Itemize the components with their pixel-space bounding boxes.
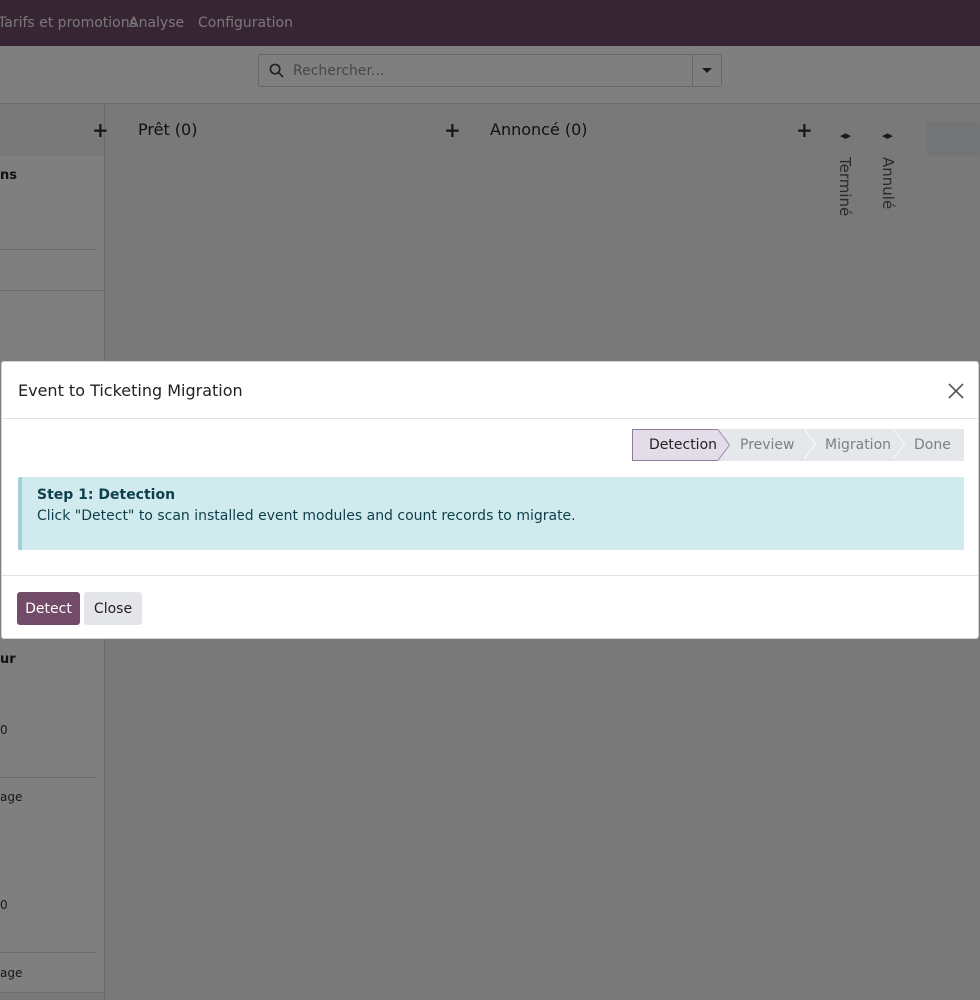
stage-label: Detection — [649, 437, 718, 453]
detect-button[interactable]: Detect — [17, 592, 80, 625]
stage-label: Done — [914, 437, 951, 453]
stage-preview[interactable]: Preview — [718, 428, 816, 461]
stage-migration[interactable]: Migration — [803, 428, 905, 461]
close-icon[interactable] — [946, 381, 966, 401]
close-button[interactable]: Close — [84, 592, 142, 625]
stage-label: Migration — [825, 437, 892, 453]
alert-title: Step 1: Detection — [37, 487, 176, 503]
stage-label: Preview — [740, 437, 795, 453]
migration-dialog: Event to Ticketing Migration Detection P… — [1, 361, 979, 639]
dialog-header: Event to Ticketing Migration — [2, 362, 978, 419]
dialog-title: Event to Ticketing Migration — [18, 381, 243, 400]
stage-detection[interactable]: Detection — [632, 429, 730, 461]
wizard-statusbar: Detection Preview Migration Done — [632, 428, 964, 461]
dialog-footer: Detect Close — [2, 575, 978, 639]
info-alert: Step 1: Detection Click "Detect" to scan… — [18, 477, 964, 550]
alert-text: Click "Detect" to scan installed event m… — [37, 508, 576, 524]
